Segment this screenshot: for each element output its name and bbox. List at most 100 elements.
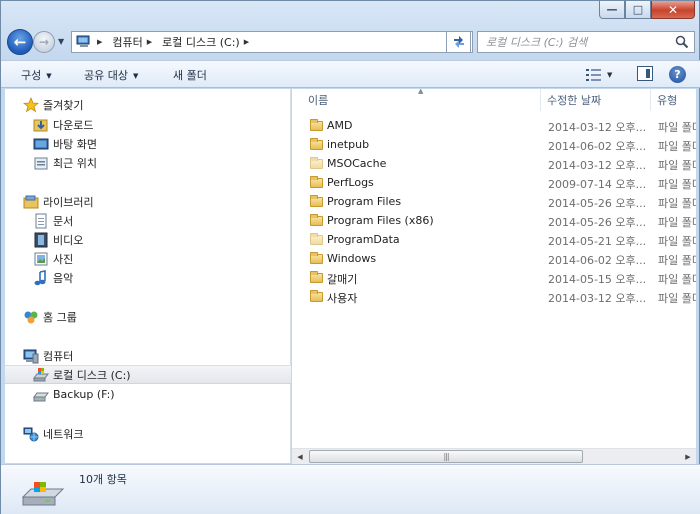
folder-icon xyxy=(310,119,323,131)
nav-computer[interactable]: 컴퓨터 xyxy=(23,346,291,365)
chevron-down-icon[interactable]: ▼ xyxy=(607,71,612,79)
table-row[interactable]: ProgramData 2014-05-21 오후... 파일 폴더 xyxy=(292,230,696,249)
item-count: 10개 항목 xyxy=(79,473,127,486)
file-date: 2014-05-21 오후... xyxy=(548,235,647,248)
file-date: 2014-05-26 오후... xyxy=(548,197,647,210)
file-name: inetpub xyxy=(327,138,370,151)
nav-favorites-label: 즐겨찾기 xyxy=(43,98,84,112)
table-row[interactable]: MSOCache 2014-03-12 오후... 파일 폴더 xyxy=(292,154,696,173)
table-row[interactable]: 사용자 2014-03-12 오후... 파일 폴더 xyxy=(292,287,696,306)
file-date: 2009-07-14 오후... xyxy=(548,178,647,191)
file-type: 파일 폴더 xyxy=(658,178,696,191)
table-row[interactable]: Program Files 2014-05-26 오후... 파일 폴더 xyxy=(292,192,696,211)
column-header-date[interactable]: 수정한 날짜 xyxy=(541,89,651,111)
search-placeholder: 로컬 디스크 (C:) 검색 xyxy=(486,36,588,49)
search-input[interactable]: 로컬 디스크 (C:) 검색 xyxy=(477,31,695,53)
library-icon xyxy=(23,195,39,208)
table-row[interactable]: Program Files (x86) 2014-05-26 오후... 파일 … xyxy=(292,211,696,230)
column-name-label: 이름 xyxy=(308,94,329,107)
refresh-icon xyxy=(453,36,464,48)
share-with-menu[interactable]: 공유 대상 ▼ xyxy=(84,67,138,83)
refresh-button[interactable] xyxy=(446,31,471,53)
file-name: AMD xyxy=(327,119,353,132)
column-header-type[interactable]: 유형 xyxy=(651,89,696,111)
local-disk-icon xyxy=(33,367,49,381)
address-bar[interactable]: ▶ 컴퓨터 ▶ 로컬 디스크 (C:) ▶ ▼ xyxy=(71,31,473,53)
file-date: 2014-03-12 오후... xyxy=(548,121,647,134)
file-list: 이름 ▲ 수정한 날짜 유형 AMD 2014-03-12 오후... 파일 폴… xyxy=(292,89,696,463)
column-date-label: 수정한 날짜 xyxy=(547,94,602,107)
sort-ascending-icon: ▲ xyxy=(418,89,424,95)
nav-music[interactable]: 음악 xyxy=(33,268,291,287)
nav-recent-label: 최근 위치 xyxy=(53,156,97,170)
nav-downloads-label: 다운로드 xyxy=(53,118,94,132)
new-folder-button[interactable]: 새 폴더 xyxy=(173,67,207,83)
search-icon[interactable] xyxy=(675,35,689,49)
table-row[interactable]: PerfLogs 2009-07-14 오후... 파일 폴더 xyxy=(292,173,696,192)
nav-favorites[interactable]: 즐겨찾기 xyxy=(23,95,291,114)
column-header-name[interactable]: 이름 ▲ xyxy=(292,89,541,111)
file-name: MSOCache xyxy=(327,157,387,170)
table-row[interactable]: Windows 2014-06-02 오후... 파일 폴더 xyxy=(292,249,696,268)
nav-network[interactable]: 네트워크 xyxy=(23,424,291,443)
nav-downloads[interactable]: 다운로드 xyxy=(33,115,291,134)
maximize-button[interactable]: □ xyxy=(625,1,651,19)
file-type: 파일 폴더 xyxy=(658,140,696,153)
nav-desktop[interactable]: 바탕 화면 xyxy=(33,134,291,153)
table-row[interactable]: 갈매기 2014-05-15 오후... 파일 폴더 xyxy=(292,268,696,287)
recent-pages-dropdown[interactable]: ▼ xyxy=(58,37,64,46)
nav-backup-drive[interactable]: Backup (F:) xyxy=(33,385,291,404)
nav-documents[interactable]: 문서 xyxy=(33,211,291,230)
breadcrumb-separator-icon[interactable]: ▶ xyxy=(244,38,249,46)
folder-icon xyxy=(310,176,323,188)
breadcrumb-local-disk[interactable]: 로컬 디스크 (C:) xyxy=(162,34,240,50)
organize-menu[interactable]: 구성 ▼ xyxy=(21,67,52,83)
scrollbar-thumb[interactable]: ||| xyxy=(309,450,583,463)
table-row[interactable]: inetpub 2014-06-02 오후... 파일 폴더 xyxy=(292,135,696,154)
back-button[interactable]: ← xyxy=(7,29,33,55)
drive-icon xyxy=(33,392,49,401)
title-bar: — □ ✕ xyxy=(1,1,700,27)
nav-libraries[interactable]: 라이브러리 xyxy=(23,192,291,211)
nav-pictures-label: 사진 xyxy=(53,252,74,266)
breadcrumb-separator-icon[interactable]: ▶ xyxy=(97,38,102,46)
nav-libraries-label: 라이브러리 xyxy=(43,195,94,209)
minimize-button[interactable]: — xyxy=(599,1,625,19)
file-type: 파일 폴더 xyxy=(658,254,696,267)
file-type: 파일 폴더 xyxy=(658,235,696,248)
chevron-down-icon: ▼ xyxy=(132,72,139,80)
table-row[interactable]: AMD 2014-03-12 오후... 파일 폴더 xyxy=(292,116,696,135)
help-button[interactable]: ? xyxy=(669,66,686,83)
close-button[interactable]: ✕ xyxy=(651,1,695,19)
nav-recent-places[interactable]: 최근 위치 xyxy=(33,153,291,172)
window-controls: — □ ✕ xyxy=(599,1,695,19)
scroll-right-arrow-icon[interactable]: ▶ xyxy=(680,449,696,464)
file-name: 갈매기 xyxy=(327,273,358,286)
recent-places-icon xyxy=(34,157,48,169)
nav-local-disk-label: 로컬 디스크 (C:) xyxy=(53,368,131,382)
nav-local-disk[interactable]: 로컬 디스크 (C:) xyxy=(5,365,291,384)
details-pane: 10개 항목 xyxy=(1,464,700,514)
organize-label: 구성 xyxy=(21,69,42,82)
homegroup-icon xyxy=(24,311,38,323)
horizontal-scrollbar[interactable]: ◀ ||| ▶ xyxy=(292,448,696,464)
nav-homegroup-label: 홈 그룹 xyxy=(43,310,77,324)
scroll-left-arrow-icon[interactable]: ◀ xyxy=(292,449,308,464)
nav-videos[interactable]: 비디오 xyxy=(33,230,291,249)
preview-pane-button[interactable] xyxy=(637,66,653,81)
breadcrumb-separator-icon[interactable]: ▶ xyxy=(147,38,152,46)
nav-pictures[interactable]: 사진 xyxy=(33,249,291,268)
change-view-button[interactable]: ▼ xyxy=(586,66,620,83)
local-disk-icon xyxy=(21,482,65,506)
file-name: ProgramData xyxy=(327,233,400,246)
nav-backup-label: Backup (F:) xyxy=(53,388,115,401)
nav-documents-label: 문서 xyxy=(53,214,74,228)
music-note-icon xyxy=(34,269,46,285)
nav-homegroup[interactable]: 홈 그룹 xyxy=(23,307,291,326)
folder-icon xyxy=(310,252,323,264)
forward-button[interactable]: → xyxy=(33,31,55,53)
network-icon xyxy=(23,427,39,441)
folder-icon xyxy=(310,233,323,245)
breadcrumb-computer[interactable]: 컴퓨터 xyxy=(112,34,142,50)
folder-icon xyxy=(310,271,323,283)
